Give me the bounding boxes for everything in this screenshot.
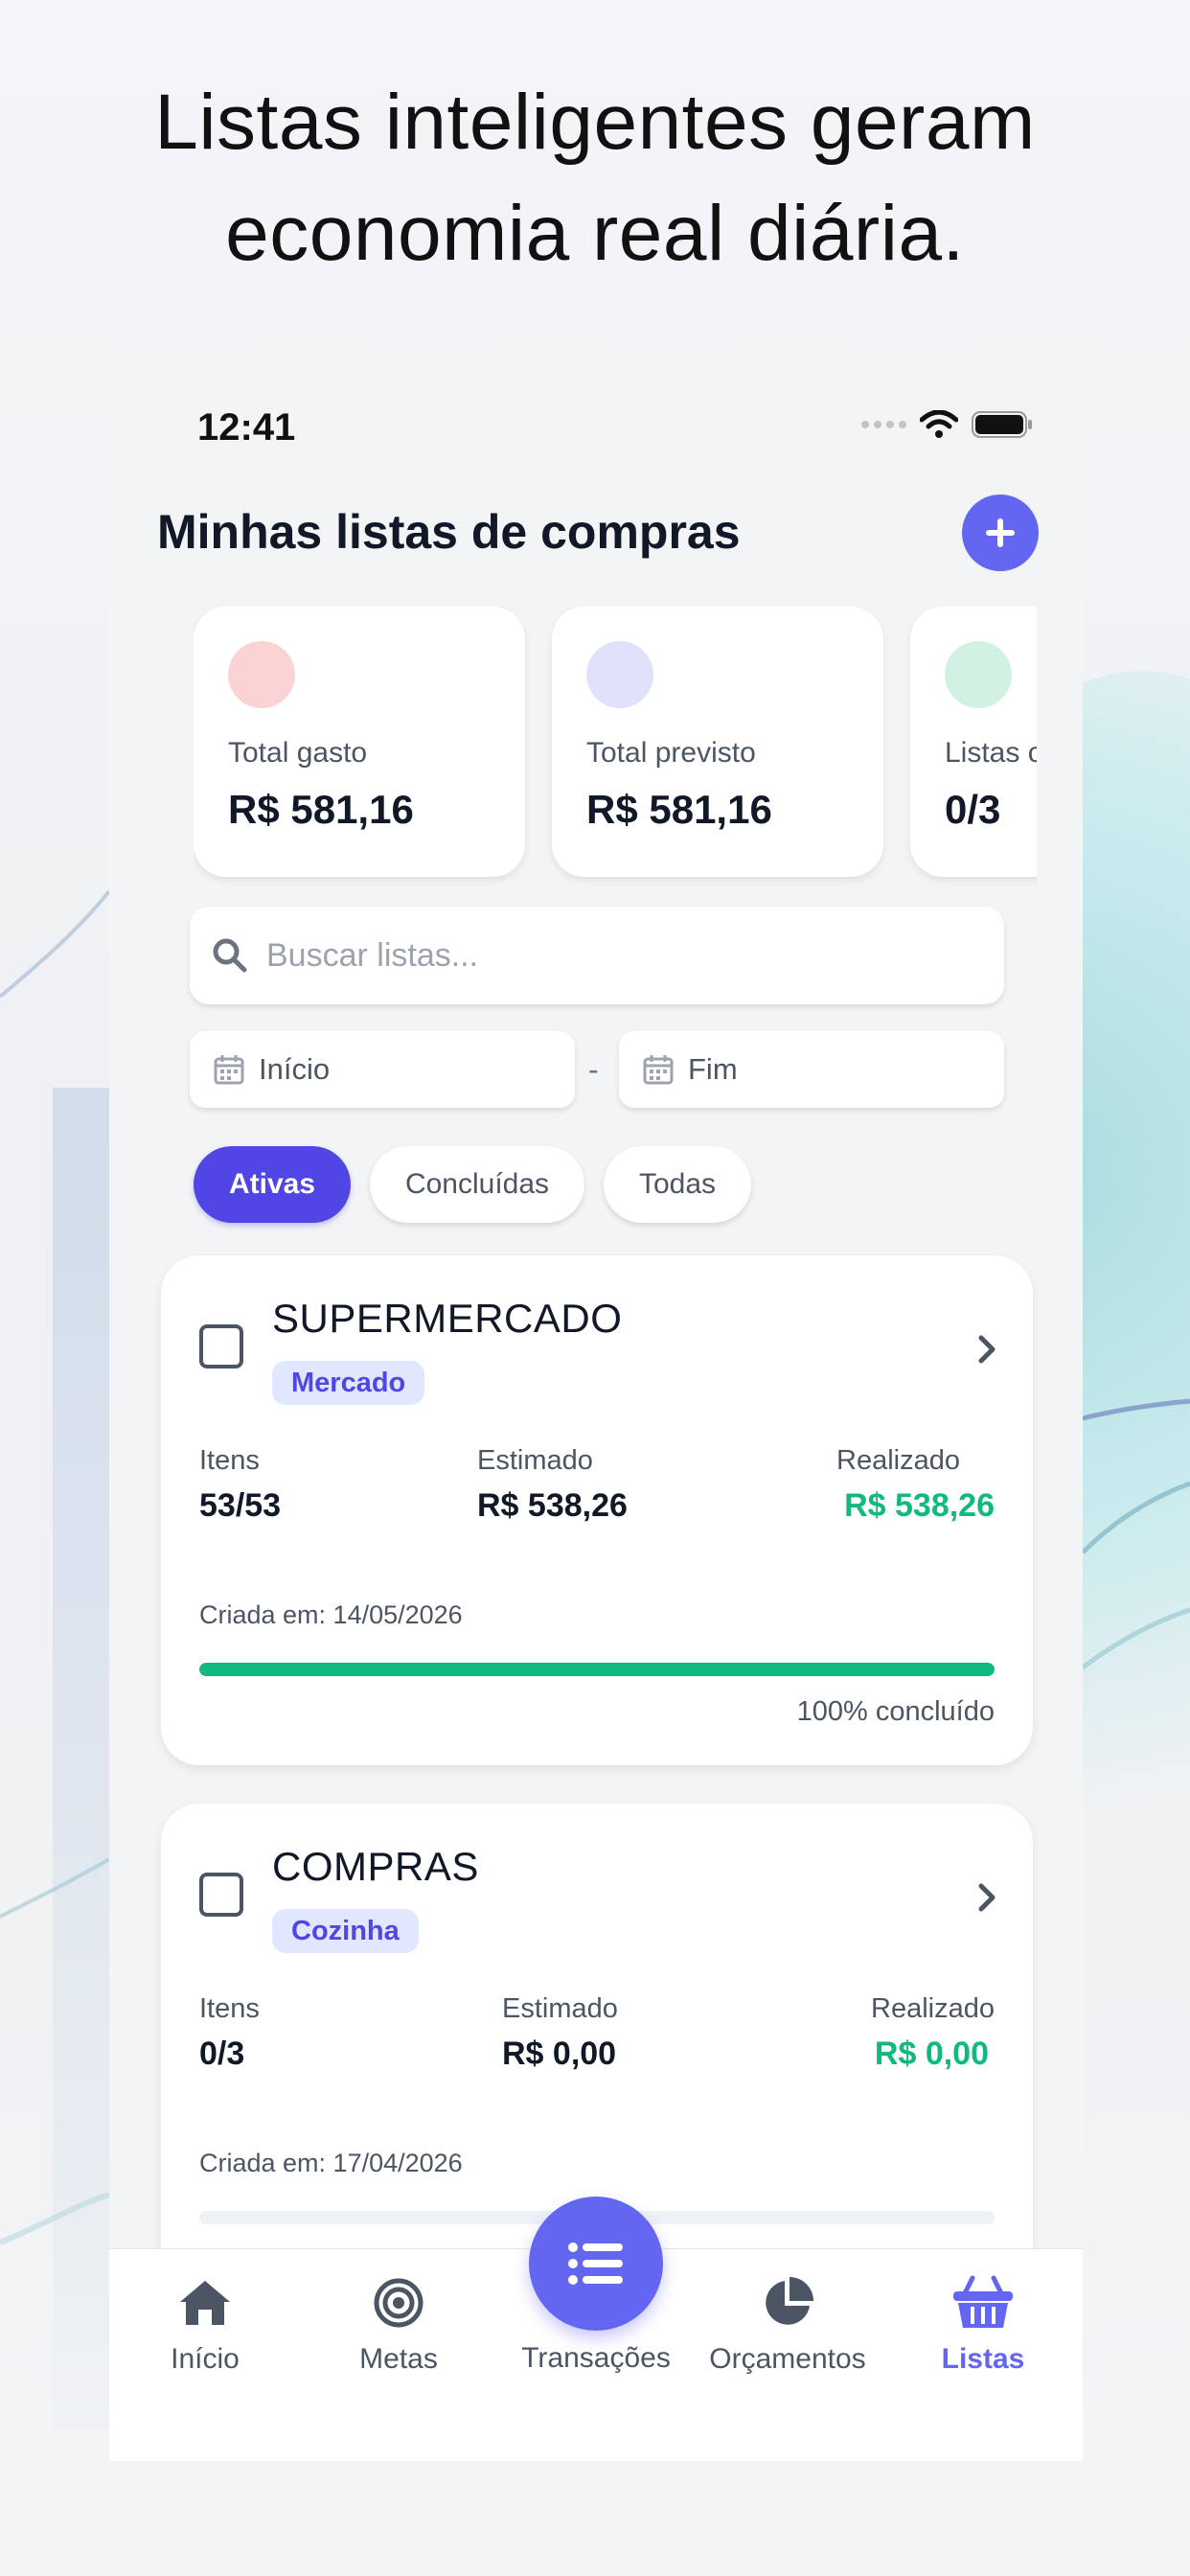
calendar-icon <box>643 1055 674 1085</box>
search-input[interactable]: Buscar listas... <box>190 907 1004 1004</box>
items-label: Itens <box>199 1993 260 2024</box>
chevron-right-icon[interactable] <box>975 1332 998 1367</box>
progress-fill <box>199 1663 995 1676</box>
realized-value: R$ 0,00 <box>874 2036 989 2072</box>
headline-line-2: economia real diária. <box>225 190 965 277</box>
list-card[interactable]: SUPERMERCADO Mercado Itens 53/53 Estimad… <box>161 1255 1033 1765</box>
stat-value: 0/3 <box>945 787 1001 832</box>
tab-budgets[interactable]: Orçamentos <box>692 2272 883 2376</box>
filter-chip-active[interactable]: Ativas <box>194 1146 351 1223</box>
created-date: Criada em: 14/05/2026 <box>199 1600 463 1629</box>
list-category-tag: Cozinha <box>272 1909 419 1953</box>
tab-lists-label: Listas <box>941 2343 1025 2375</box>
search-placeholder: Buscar listas... <box>266 936 479 974</box>
tab-budgets-label: Orçamentos <box>709 2343 866 2375</box>
tab-goals[interactable]: Metas <box>303 2272 494 2376</box>
stat-card-lists-completed: Listas c 0/3 <box>910 607 1037 877</box>
end-date-field[interactable]: Fim <box>619 1031 1004 1108</box>
search-icon <box>213 938 247 973</box>
realized-value: R$ 538,26 <box>844 1487 995 1524</box>
end-date-label: Fim <box>688 1052 738 1086</box>
items-label: Itens <box>199 1445 260 1476</box>
tab-home[interactable]: Início <box>109 2272 301 2376</box>
estimated-label: Estimado <box>477 1445 593 1476</box>
stat-dot-icon <box>228 641 295 708</box>
list-title: COMPRAS <box>272 1844 479 1889</box>
list-title: SUPERMERCADO <box>272 1296 623 1341</box>
battery-icon <box>972 411 1032 438</box>
estimated-label: Estimado <box>502 1993 618 2024</box>
stat-dot-icon <box>586 641 653 708</box>
calendar-icon <box>214 1055 244 1085</box>
signal-icon <box>861 421 906 428</box>
status-time: 12:41 <box>197 406 296 448</box>
items-value: 53/53 <box>199 1487 282 1524</box>
pie-chart-icon <box>766 2277 813 2325</box>
home-icon <box>180 2281 230 2325</box>
progress-bar <box>199 1663 995 1676</box>
plus-icon <box>986 518 1015 547</box>
page-title: Minhas listas de compras <box>157 505 741 559</box>
stat-value: R$ 581,16 <box>586 787 772 832</box>
start-date-field[interactable]: Início <box>190 1031 575 1108</box>
tab-transactions-label: Transações <box>521 2342 671 2374</box>
items-value: 0/3 <box>199 2036 245 2072</box>
filter-chip-completed[interactable]: Concluídas <box>370 1146 584 1223</box>
status-bar: 12:41 <box>109 385 1083 448</box>
list-checkbox[interactable] <box>199 1873 243 1917</box>
start-date-label: Início <box>259 1052 331 1086</box>
tab-goals-label: Metas <box>359 2343 438 2375</box>
realized-label: Realizado <box>871 1993 995 2024</box>
filter-chip-all[interactable]: Todas <box>604 1146 751 1223</box>
stat-card-total-spent: Total gasto R$ 581,16 <box>194 607 525 877</box>
estimated-value: R$ 538,26 <box>477 1487 628 1524</box>
target-icon <box>374 2278 423 2328</box>
transactions-button[interactable] <box>529 2196 663 2331</box>
list-checkbox[interactable] <box>199 1324 243 1368</box>
headline: Listas inteligentes geram economia real … <box>0 67 1190 289</box>
realized-label: Realizado <box>836 1445 960 1476</box>
estimated-value: R$ 0,00 <box>502 2036 617 2072</box>
tab-home-label: Início <box>171 2343 240 2375</box>
stat-label: Listas c <box>945 737 1037 769</box>
basket-icon <box>953 2275 1013 2328</box>
created-date: Criada em: 17/04/2026 <box>199 2149 463 2177</box>
headline-line-1: Listas inteligentes geram <box>154 79 1036 166</box>
tab-lists[interactable]: Listas <box>887 2272 1079 2376</box>
progress-text: 100% concluído <box>796 1696 995 1727</box>
list-icon <box>568 2242 623 2285</box>
wifi-icon <box>920 410 958 438</box>
status-icons <box>861 410 1033 439</box>
stat-label: Total previsto <box>586 737 756 769</box>
stat-card-total-planned: Total previsto R$ 581,16 <box>552 607 883 877</box>
stat-value: R$ 581,16 <box>228 787 414 832</box>
list-category-tag: Mercado <box>272 1361 425 1405</box>
phone-screen: 12:41 Minhas listas de compras Total gas… <box>109 362 1083 2461</box>
stats-carousel[interactable]: Total gasto R$ 581,16 Total previsto R$ … <box>194 607 1037 894</box>
stat-label: Total gasto <box>228 737 368 769</box>
stat-dot-icon <box>945 641 1012 708</box>
chevron-right-icon[interactable] <box>975 1880 998 1915</box>
add-list-button[interactable] <box>962 494 1039 571</box>
date-separator: - <box>588 1052 599 1087</box>
